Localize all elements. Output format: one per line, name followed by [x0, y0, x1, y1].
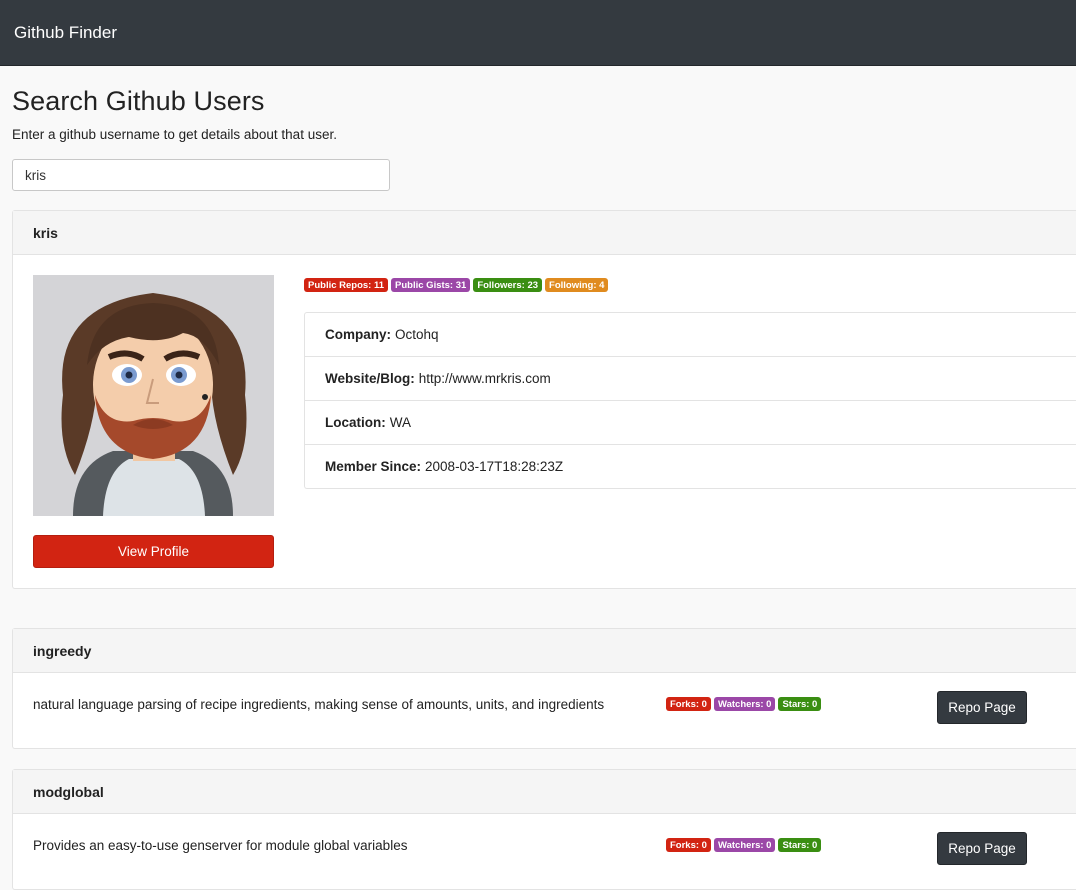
- location-item: Location: WA: [305, 401, 1076, 445]
- stars-badge: Stars: 0: [778, 697, 822, 711]
- website-item: Website/Blog: http://www.mrkris.com: [305, 357, 1076, 401]
- profile-right-column: Public Repos: 11 Public Gists: 31 Follow…: [304, 275, 1076, 568]
- company-item: Company: Octohq: [305, 313, 1076, 357]
- user-card-body: View Profile Public Repos: 11 Public Gis…: [13, 255, 1076, 588]
- repo-card-header: modglobal: [13, 770, 1076, 814]
- stars-badge: Stars: 0: [778, 838, 822, 852]
- username-heading: kris: [33, 224, 58, 241]
- website-label: Website/Blog:: [325, 371, 415, 386]
- page-title: Search Github Users: [12, 86, 265, 116]
- navbar: Github Finder: [0, 0, 1076, 66]
- repo-description: Provides an easy-to-use genserver for mo…: [33, 837, 408, 853]
- watchers-badge: Watchers: 0: [713, 697, 776, 711]
- public-repos-badge: Public Repos: 11: [304, 278, 389, 292]
- repo-card: ingreedy natural language parsing of rec…: [12, 628, 1076, 749]
- member-since-value: 2008-03-17T18:28:23Z: [425, 459, 564, 474]
- repo-card-body: natural language parsing of recipe ingre…: [13, 673, 1076, 748]
- repo-description: natural language parsing of recipe ingre…: [33, 696, 605, 712]
- main-container: Search Github Users Enter a github usern…: [0, 86, 1076, 890]
- view-profile-button[interactable]: View Profile: [33, 535, 274, 568]
- location-value: WA: [389, 415, 411, 430]
- profile-left-column: View Profile: [33, 275, 274, 568]
- member-since-label: Member Since:: [325, 459, 422, 474]
- company-label: Company:: [325, 327, 392, 342]
- page-description: Enter a github username to get details a…: [12, 127, 337, 142]
- user-card-header: kris: [13, 211, 1076, 255]
- member-since-item: Member Since: 2008-03-17T18:28:23Z: [305, 445, 1076, 488]
- forks-badge: Forks: 0: [666, 697, 711, 711]
- repo-card: modglobal Provides an easy-to-use genser…: [12, 769, 1076, 890]
- repo-name: ingreedy: [33, 642, 92, 659]
- company-value: Octohq: [395, 327, 439, 342]
- forks-badge: Forks: 0: [666, 838, 711, 852]
- public-gists-badge: Public Gists: 31: [391, 278, 471, 292]
- app-title[interactable]: Github Finder: [14, 23, 117, 43]
- search-input[interactable]: [12, 159, 390, 191]
- profile-badges: Public Repos: 11 Public Gists: 31 Follow…: [304, 278, 1076, 292]
- repo-badges: Forks: 0 Watchers: 0 Stars: 0: [666, 697, 822, 711]
- following-badge: Following: 4: [545, 278, 609, 292]
- repo-page-button[interactable]: Repo Page: [937, 691, 1027, 724]
- website-value: http://www.mrkris.com: [418, 371, 551, 386]
- repo-card-header: ingreedy: [13, 629, 1076, 673]
- location-label: Location:: [325, 415, 386, 430]
- user-avatar: [33, 275, 274, 516]
- profile-details-list: Company: Octohq Website/Blog: http://www…: [304, 312, 1076, 489]
- repo-card-body: Provides an easy-to-use genserver for mo…: [13, 814, 1076, 889]
- user-card: kris View Profile Public Repos: 11 Publi…: [12, 210, 1076, 589]
- watchers-badge: Watchers: 0: [713, 838, 776, 852]
- followers-badge: Followers: 23: [473, 278, 543, 292]
- repo-badges: Forks: 0 Watchers: 0 Stars: 0: [666, 838, 822, 852]
- repo-name: modglobal: [33, 783, 104, 800]
- repo-page-button[interactable]: Repo Page: [937, 832, 1027, 865]
